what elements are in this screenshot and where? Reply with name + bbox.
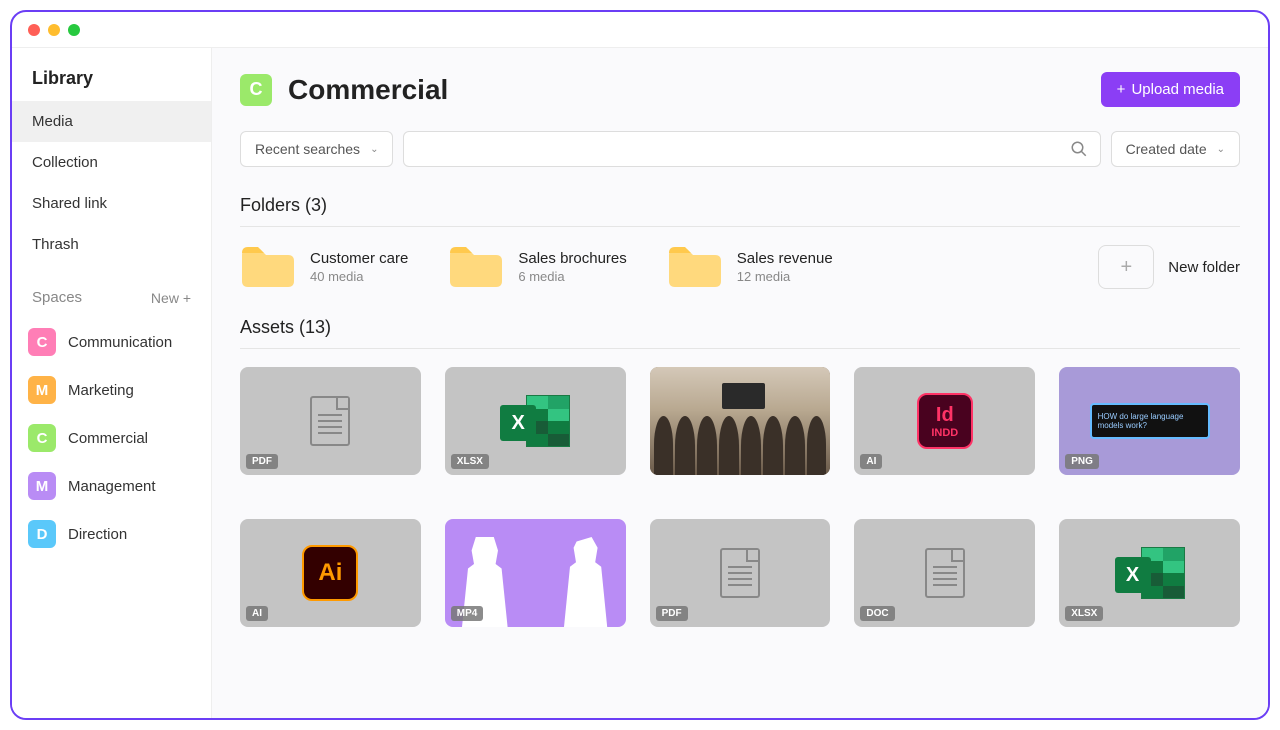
folder-icon [667, 245, 723, 289]
chevron-down-icon: ⌄ [1217, 144, 1225, 155]
spaces-header: Spaces New + [12, 265, 211, 318]
excel-icon: X [500, 391, 570, 451]
folder-sales-brochures[interactable]: Sales brochures 6 media [448, 245, 626, 289]
folder-meta: 40 media [310, 269, 408, 284]
asset-type-tag: XLSX [1065, 606, 1103, 621]
asset-card[interactable]: PDF [240, 367, 421, 475]
asset-type-tag: PDF [246, 454, 278, 469]
asset-type-tag: AI [860, 454, 882, 469]
photo-thumbnail [650, 367, 831, 475]
sort-dropdown[interactable]: Created date ⌄ [1111, 131, 1240, 167]
page-title-wrap: C Commercial [240, 74, 448, 106]
document-icon [720, 548, 760, 598]
asset-card[interactable]: Ai AI [240, 519, 421, 627]
space-label: Marketing [68, 382, 134, 399]
page-title: Commercial [288, 74, 448, 106]
new-space-button[interactable]: New + [151, 290, 191, 306]
nav-item-shared-link[interactable]: Shared link [12, 183, 211, 224]
document-icon [925, 548, 965, 598]
screenshot-thumbnail: HOW do large languagemodels work? [1090, 403, 1210, 439]
titlebar [12, 12, 1268, 48]
plus-icon: + [1117, 81, 1126, 98]
asset-type-tag: PDF [656, 606, 688, 621]
folders-row: Customer care 40 media Sales brochures 6 me… [240, 245, 1240, 289]
search-box[interactable] [403, 131, 1100, 167]
asset-card[interactable]: MP4 [445, 519, 626, 627]
search-icon [1070, 140, 1088, 158]
new-folder-button[interactable]: + New folder [1098, 245, 1240, 289]
body: Library MediaCollectionShared linkThrash… [12, 48, 1268, 718]
space-badge: M [28, 376, 56, 404]
asset-card[interactable] [650, 367, 831, 475]
assets-section-title: Assets (13) [240, 317, 1240, 349]
space-item-marketing[interactable]: M Marketing [12, 366, 211, 414]
space-badge: D [28, 520, 56, 548]
document-icon [310, 396, 350, 446]
new-folder-label: New folder [1168, 259, 1240, 276]
sidebar: Library MediaCollectionShared linkThrash… [12, 48, 212, 718]
asset-card[interactable]: PDF [650, 519, 831, 627]
spaces-title: Spaces [32, 289, 82, 306]
upload-media-button[interactable]: + Upload media [1101, 72, 1240, 107]
page-badge: C [240, 74, 272, 106]
assets-grid: PDF X XLSX IdINDD AI HOW do large languagemod… [240, 367, 1240, 647]
space-item-management[interactable]: M Management [12, 462, 211, 510]
folders-section-title: Folders (3) [240, 195, 1240, 227]
space-label: Communication [68, 334, 172, 351]
folder-icon [448, 245, 504, 289]
minimize-window-icon[interactable] [48, 24, 60, 36]
asset-card[interactable]: X XLSX [445, 367, 626, 475]
main-content: C Commercial + Upload media Recent searc… [212, 48, 1268, 718]
illustrator-icon: Ai [302, 545, 358, 601]
space-label: Management [68, 478, 156, 495]
nav-item-media[interactable]: Media [12, 101, 211, 142]
folder-meta: 6 media [518, 269, 626, 284]
search-row: Recent searches ⌄ Created date ⌄ [240, 131, 1240, 167]
space-item-direction[interactable]: D Direction [12, 510, 211, 558]
chevron-down-icon: ⌄ [370, 144, 378, 155]
asset-type-tag: XLSX [451, 454, 489, 469]
folder-name: Customer care [310, 250, 408, 267]
header-row: C Commercial + Upload media [240, 72, 1240, 107]
plus-icon: + [1098, 245, 1154, 289]
asset-type-tag: AI [246, 606, 268, 621]
nav-item-thrash[interactable]: Thrash [12, 224, 211, 265]
space-item-commercial[interactable]: C Commercial [12, 414, 211, 462]
folder-customer-care[interactable]: Customer care 40 media [240, 245, 408, 289]
indesign-icon: IdINDD [917, 393, 973, 449]
folder-icon [240, 245, 296, 289]
maximize-window-icon[interactable] [68, 24, 80, 36]
folder-sales-revenue[interactable]: Sales revenue 12 media [667, 245, 833, 289]
asset-type-tag: MP4 [451, 606, 484, 621]
asset-card[interactable]: HOW do large languagemodels work? PNG [1059, 367, 1240, 475]
sidebar-title: Library [12, 68, 211, 101]
upload-label: Upload media [1131, 81, 1224, 98]
folder-name: Sales revenue [737, 250, 833, 267]
folder-meta: 12 media [737, 269, 833, 284]
folder-name: Sales brochures [518, 250, 626, 267]
asset-type-tag: PNG [1065, 454, 1099, 469]
close-window-icon[interactable] [28, 24, 40, 36]
app-window: Library MediaCollectionShared linkThrash… [10, 10, 1270, 720]
nav-item-collection[interactable]: Collection [12, 142, 211, 183]
space-item-communication[interactable]: C Communication [12, 318, 211, 366]
space-badge: C [28, 328, 56, 356]
space-badge: M [28, 472, 56, 500]
space-label: Commercial [68, 430, 148, 447]
recent-searches-dropdown[interactable]: Recent searches ⌄ [240, 131, 393, 167]
excel-icon: X [1115, 543, 1185, 603]
search-input[interactable] [416, 141, 1069, 157]
asset-card[interactable]: X XLSX [1059, 519, 1240, 627]
asset-card[interactable]: DOC [854, 519, 1035, 627]
space-label: Direction [68, 526, 127, 543]
space-badge: C [28, 424, 56, 452]
asset-type-tag: DOC [860, 606, 894, 621]
asset-card[interactable]: IdINDD AI [854, 367, 1035, 475]
